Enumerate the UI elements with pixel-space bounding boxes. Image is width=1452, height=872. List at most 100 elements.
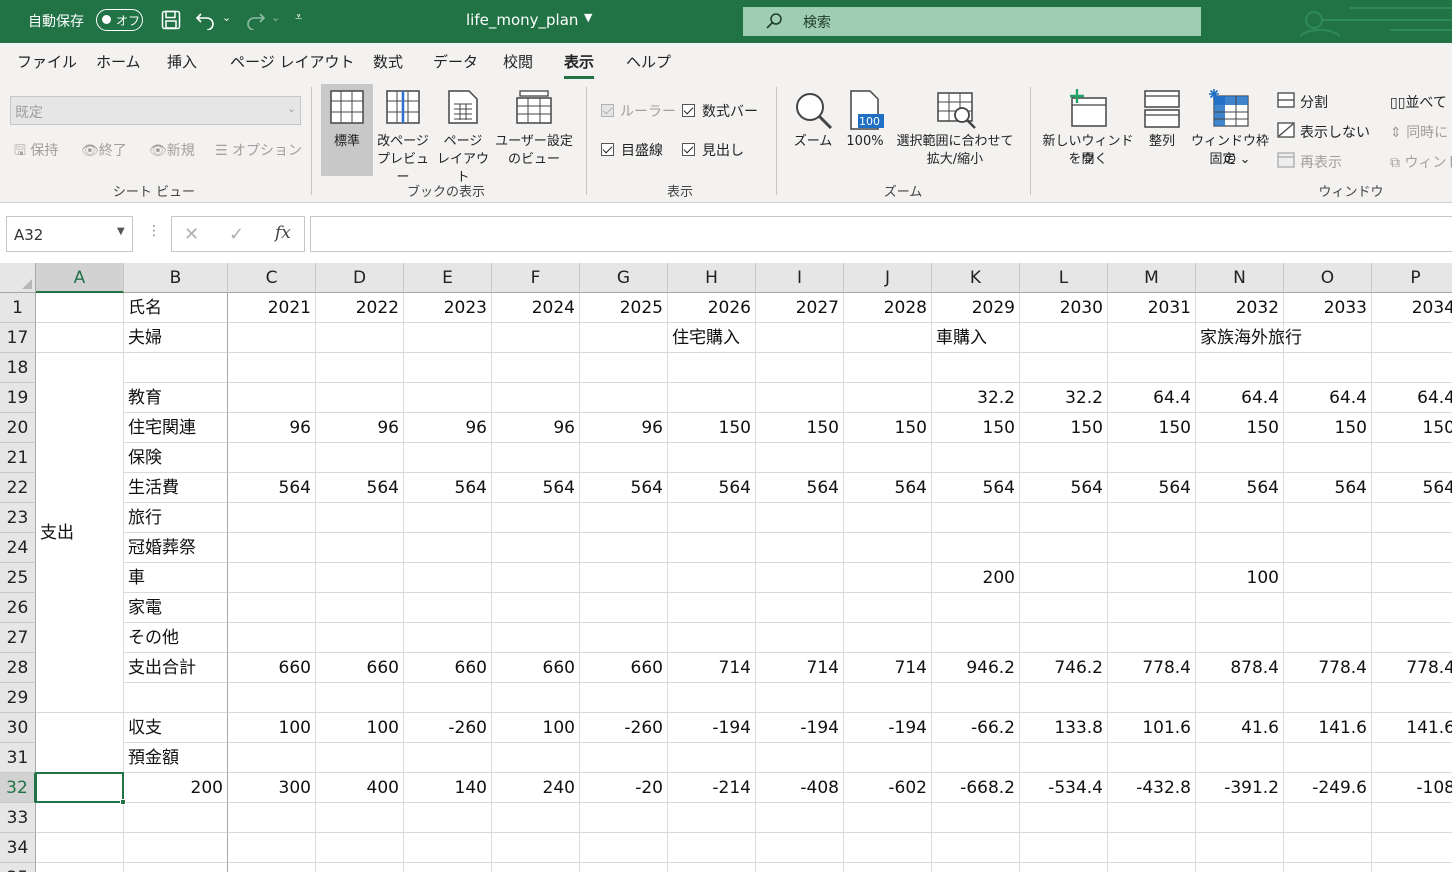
column-header-f[interactable]: F [492, 263, 580, 293]
cell-k22[interactable]: 564 [932, 473, 1020, 503]
cell-d34[interactable] [316, 833, 404, 863]
cell-b1[interactable]: 氏名 [124, 293, 228, 323]
cell-l26[interactable] [1020, 593, 1108, 623]
name-box-dropdown-icon[interactable]: ▼ [117, 226, 125, 237]
column-header-i[interactable]: I [756, 263, 844, 293]
cell-o26[interactable] [1284, 593, 1372, 623]
cell-p35[interactable] [1372, 863, 1452, 872]
cell-f35[interactable] [492, 863, 580, 872]
cell-g28[interactable]: 660 [580, 653, 668, 683]
cell-i33[interactable] [756, 803, 844, 833]
cell-b17[interactable]: 夫婦 [124, 323, 228, 353]
cell-k34[interactable] [932, 833, 1020, 863]
undo-dropdown-icon[interactable]: ⌄ [222, 11, 231, 24]
cell-n22[interactable]: 564 [1196, 473, 1284, 503]
cell-o25[interactable] [1284, 563, 1372, 593]
cell-n26[interactable] [1196, 593, 1284, 623]
cell-b35[interactable] [124, 863, 228, 872]
cell-g30[interactable]: -260 [580, 713, 668, 743]
cell-n1[interactable]: 2032 [1196, 293, 1284, 323]
cell-e28[interactable]: 660 [404, 653, 492, 683]
cell-p26[interactable] [1372, 593, 1452, 623]
cell-p17[interactable] [1372, 323, 1452, 353]
cell-b29[interactable] [124, 683, 228, 713]
column-header-b[interactable]: B [124, 263, 228, 293]
cell-g35[interactable] [580, 863, 668, 872]
gridlines-checkbox[interactable] [601, 143, 614, 156]
cell-g18[interactable] [580, 353, 668, 383]
cell-j32[interactable]: -602 [844, 773, 932, 803]
custom-views-button[interactable]: ユーザー設定 のビュー [494, 84, 574, 176]
cell-d19[interactable] [316, 383, 404, 413]
tab-help[interactable]: ヘルプ [626, 51, 671, 72]
cell-n31[interactable] [1196, 743, 1284, 773]
cell-c34[interactable] [228, 833, 316, 863]
cell-d35[interactable] [316, 863, 404, 872]
cell-j24[interactable] [844, 533, 932, 563]
row-header-32[interactable]: 32 [0, 773, 36, 803]
cell-m21[interactable] [1108, 443, 1196, 473]
formula-input[interactable] [310, 216, 1452, 252]
column-header-l[interactable]: L [1020, 263, 1108, 293]
cell-e1[interactable]: 2023 [404, 293, 492, 323]
cell-b23[interactable]: 旅行 [124, 503, 228, 533]
cell-p34[interactable] [1372, 833, 1452, 863]
cell-k26[interactable] [932, 593, 1020, 623]
cell-k32[interactable]: -668.2 [932, 773, 1020, 803]
cell-e23[interactable] [404, 503, 492, 533]
cell-b33[interactable] [124, 803, 228, 833]
row-header-31[interactable]: 31 [0, 743, 36, 773]
cell-d20[interactable]: 96 [316, 413, 404, 443]
tab-view[interactable]: 表示 [564, 51, 595, 79]
cell-i30[interactable]: -194 [756, 713, 844, 743]
cell-f30[interactable]: 100 [492, 713, 580, 743]
cell-e29[interactable] [404, 683, 492, 713]
cell-g27[interactable] [580, 623, 668, 653]
cell-n17[interactable]: 家族海外旅行 [1196, 323, 1302, 353]
cell-i24[interactable] [756, 533, 844, 563]
cell-m19[interactable]: 64.4 [1108, 383, 1196, 413]
cell-l27[interactable] [1020, 623, 1108, 653]
formula-bar-checkbox[interactable] [682, 104, 695, 117]
cell-i32[interactable]: -408 [756, 773, 844, 803]
zoom-to-selection-button[interactable]: 選択範囲に合わせて 拡大/縮小 [890, 84, 1020, 176]
row-header-33[interactable]: 33 [0, 803, 36, 833]
row-header-27[interactable]: 27 [0, 623, 36, 653]
cell-d22[interactable]: 564 [316, 473, 404, 503]
cell-b25[interactable]: 車 [124, 563, 228, 593]
cell-c20[interactable]: 96 [228, 413, 316, 443]
cell-f24[interactable] [492, 533, 580, 563]
cell-n24[interactable] [1196, 533, 1284, 563]
row-header-29[interactable]: 29 [0, 683, 36, 713]
cell-o33[interactable] [1284, 803, 1372, 833]
cell-p32[interactable]: -108 [1372, 773, 1452, 803]
autosave-toggle[interactable]: オフ [96, 9, 143, 31]
cell-k29[interactable] [932, 683, 1020, 713]
cell-k1[interactable]: 2029 [932, 293, 1020, 323]
cell-f20[interactable]: 96 [492, 413, 580, 443]
cell-h22[interactable]: 564 [668, 473, 756, 503]
cell-j1[interactable]: 2028 [844, 293, 932, 323]
cell-b27[interactable]: その他 [124, 623, 228, 653]
cell-n27[interactable] [1196, 623, 1284, 653]
cell-f23[interactable] [492, 503, 580, 533]
cell-k28[interactable]: 946.2 [932, 653, 1020, 683]
cell-p33[interactable] [1372, 803, 1452, 833]
undo-icon[interactable] [195, 10, 217, 34]
cell-m29[interactable] [1108, 683, 1196, 713]
file-name[interactable]: life_mony_plan [466, 11, 578, 29]
row-header-18[interactable]: 18 [0, 353, 36, 383]
cell-h20[interactable]: 150 [668, 413, 756, 443]
row-header-21[interactable]: 21 [0, 443, 36, 473]
cell-k23[interactable] [932, 503, 1020, 533]
cell-l32[interactable]: -534.4 [1020, 773, 1108, 803]
cell-d1[interactable]: 2022 [316, 293, 404, 323]
cell-n23[interactable] [1196, 503, 1284, 533]
cell-j33[interactable] [844, 803, 932, 833]
cell-c1[interactable]: 2021 [228, 293, 316, 323]
cell-l17[interactable] [1020, 323, 1108, 353]
cell-e18[interactable] [404, 353, 492, 383]
cell-l23[interactable] [1020, 503, 1108, 533]
row-header-25[interactable]: 25 [0, 563, 36, 593]
cell-h24[interactable] [668, 533, 756, 563]
